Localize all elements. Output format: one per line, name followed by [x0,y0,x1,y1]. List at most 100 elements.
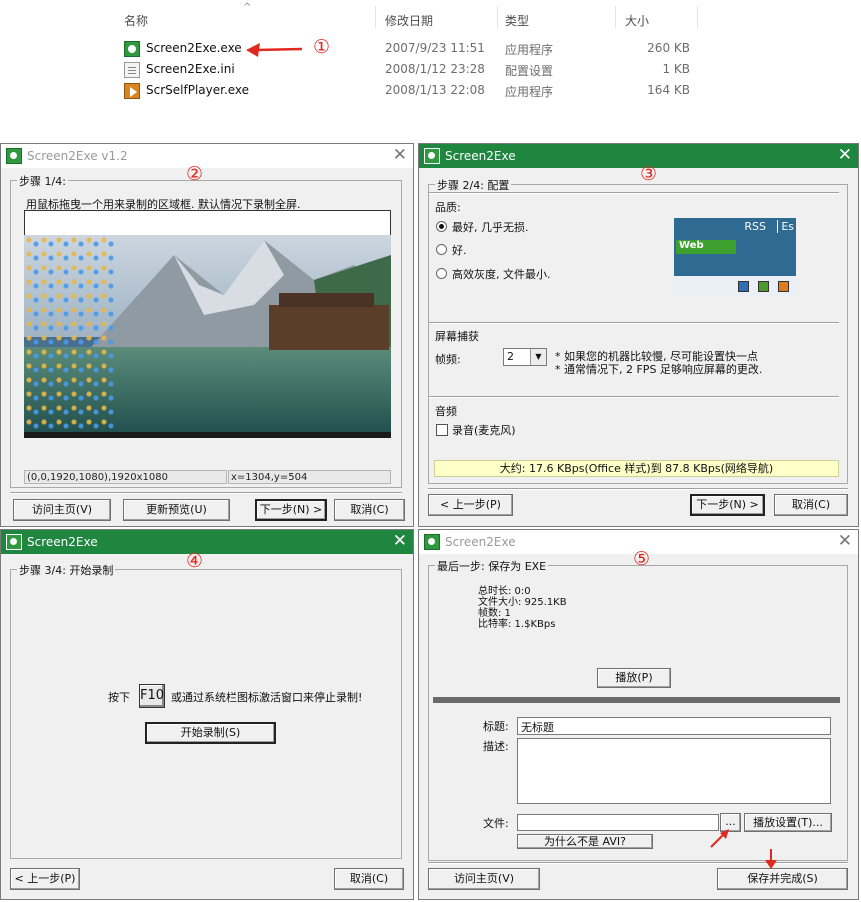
microphone-label[interactable]: 录音(麦克风) [452,422,516,438]
cursor-readout: x=1304,y=504 [228,470,391,484]
divider-bar [433,697,840,703]
group-label: 最后一步: 保存为 EXE [435,558,549,574]
step3-groupbox: 步骤 3/4: 开始录制 [10,562,402,859]
fps-select[interactable]: 2 ▼ [503,348,547,366]
screen-preview-image[interactable] [24,235,391,438]
audio-label: 音频 [435,405,457,418]
fps-value: 2 [507,350,514,363]
preview-es-text: Es [777,220,794,233]
title-input[interactable]: 无标题 [517,717,831,735]
step1-titlebar[interactable]: Screen2Exe v1.2 ✕ [1,144,413,168]
column-header-modified[interactable]: 修改日期 [385,12,433,29]
column-divider[interactable] [375,6,376,28]
capture-label: 屏幕捕获 [435,330,479,343]
annotation-number: ④ [186,550,204,572]
quality-radio-good[interactable] [436,244,447,255]
file-type: 应用程序 [505,43,554,57]
next-button[interactable]: 下一步(N) > [690,494,765,516]
exe-icon [124,41,140,57]
fps-note: * 通常情况下, 2 FPS 足够响应屏幕的更改. [555,363,763,376]
press-label: 按下 [108,691,130,704]
file-size: 164 KB [647,83,690,97]
save-and-finish-button[interactable]: 保存并完成(S) [717,868,848,890]
file-type: 应用程序 [505,85,554,99]
window-title: Screen2Exe [445,149,516,163]
visit-homepage-button[interactable]: 访问主页(V) [13,499,111,521]
close-icon[interactable]: ✕ [393,146,407,164]
app-icon [424,148,440,164]
file-row[interactable]: Screen2Exe.exe 2007/9/23 11:51 应用程序 260 … [122,39,702,59]
red-arrow-icon [246,43,303,57]
file-size: 1 KB [662,62,690,76]
window-title: Screen2Exe [445,535,516,549]
quality-option-label[interactable]: 高效灰度, 文件最小. [452,266,551,282]
close-icon[interactable]: ✕ [838,532,852,550]
column-header-type[interactable]: 类型 [505,12,529,29]
step2-titlebar[interactable]: Screen2Exe ✕ [419,144,858,168]
green-swatch-icon [758,281,769,292]
window-title: Screen2Exe [27,535,98,549]
column-divider[interactable] [615,6,616,28]
column-divider[interactable] [697,6,698,28]
why-not-avi-button[interactable]: 为什么不是 AVI? [517,834,653,849]
sort-ascending-icon: ^ [243,2,252,13]
annotation-number: ⑤ [633,548,651,570]
stat-bitrate: 比特率: 1.$KBps [478,619,556,630]
quality-radio-best[interactable] [436,221,447,232]
quality-option-label[interactable]: 好. [452,242,467,258]
quality-option-label[interactable]: 最好, 几乎无损. [452,219,529,235]
app-icon [6,534,22,550]
close-icon[interactable]: ✕ [393,532,407,550]
stop-hint: 或通过系统栏图标激活窗口来停止录制! [171,691,363,704]
start-recording-button[interactable]: 开始录制(S) [145,722,276,744]
window-title: Screen2Exe v1.2 [27,149,128,163]
app-icon [6,148,22,164]
column-header-size[interactable]: 大小 [625,12,649,29]
description-textarea[interactable] [517,738,831,804]
blue-swatch-icon [738,281,749,292]
fps-label: 帧频: [435,353,461,366]
file-path-input[interactable] [517,814,719,831]
cancel-button[interactable]: 取消(C) [334,868,404,890]
update-preview-button[interactable]: 更新预览(U) [123,499,230,521]
visit-homepage-button[interactable]: 访问主页(V) [428,868,540,890]
back-button[interactable]: < 上一步(P) [10,868,80,890]
group-label: 步骤 3/4: 开始录制 [17,562,116,578]
file-size: 260 KB [647,41,690,55]
cancel-button[interactable]: 取消(C) [774,494,848,516]
close-icon[interactable]: ✕ [838,146,852,164]
step3-titlebar[interactable]: Screen2Exe ✕ [1,530,413,554]
bandwidth-estimate: 大约: 17.6 KBps(Office 样式)到 87.8 KBps(网络导航… [434,460,839,477]
player-icon [124,83,140,99]
column-header-name[interactable]: 名称 [124,12,148,29]
microphone-checkbox[interactable] [436,424,448,436]
back-button[interactable]: < 上一步(P) [428,494,513,516]
file-date: 2008/1/13 22:08 [385,83,485,97]
quality-label: 品质: [435,201,461,214]
file-row[interactable]: Screen2Exe.ini 2008/1/12 23:28 配置设置 1 KB [122,60,702,80]
next-button[interactable]: 下一步(N) > [255,499,327,521]
file-date: 2008/1/12 23:28 [385,62,485,76]
annotation-number: ② [186,163,204,185]
description-label: 描述: [483,740,509,753]
column-divider[interactable] [497,6,498,28]
file-name: Screen2Exe.ini [146,62,235,76]
f10-key-icon: F10 [139,684,165,708]
preview-rss-text: RSS [744,220,766,233]
ini-file-icon [124,62,140,78]
orange-swatch-icon [778,281,789,292]
file-name: Screen2Exe.exe [146,41,242,55]
file-row[interactable]: ScrSelfPlayer.exe 2008/1/13 22:08 应用程序 1… [122,81,702,101]
chevron-down-icon[interactable]: ▼ [530,349,546,365]
annotation-number: ③ [640,163,658,185]
quality-radio-grayscale[interactable] [436,268,447,279]
cancel-button[interactable]: 取消(C) [334,499,405,521]
file-label: 文件: [483,817,509,830]
file-date: 2007/9/23 11:51 [385,41,485,55]
play-button[interactable]: 播放(P) [597,668,671,688]
file-type: 配置设置 [505,64,554,78]
red-arrow-icon [765,849,777,869]
play-settings-button[interactable]: 播放设置(T)... [744,813,832,832]
preview-web-tab: Web [676,240,736,254]
file-explorer-list: ^ 名称 修改日期 类型 大小 Screen2Exe.exe 2007/9/23… [0,0,861,140]
